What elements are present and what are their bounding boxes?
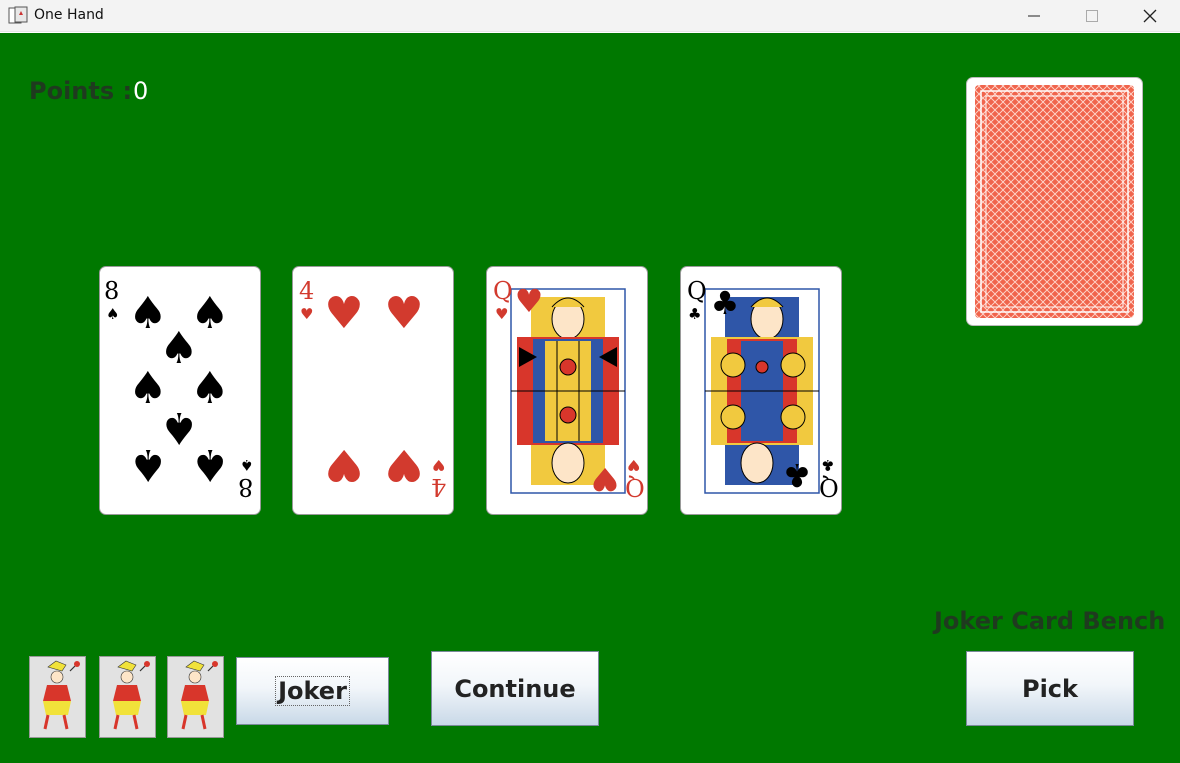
- club-icon: ♣: [710, 284, 740, 322]
- heart-icon: ♥: [384, 439, 424, 490]
- window-title: One Hand: [34, 7, 104, 23]
- heart-icon: ♥: [324, 288, 364, 339]
- game-table: Points : 0 8 ♠ 8 ♠ ♠ ♠ ♠ ♠ ♠ ♠ ♠ ♠ 4 ♥ 4…: [0, 33, 1180, 763]
- spade-icon: ♠: [128, 439, 168, 490]
- card-rank: Q: [493, 277, 513, 305]
- close-icon: [1143, 9, 1157, 23]
- card-rank: 4: [431, 473, 447, 501]
- spade-icon: ♠: [240, 456, 254, 474]
- joker-button[interactable]: Joker: [236, 657, 389, 725]
- heart-icon: ♥: [384, 288, 424, 339]
- card-back-pattern: [975, 85, 1134, 318]
- joker-icon: [30, 657, 85, 737]
- hand-card-4[interactable]: Q ♣ ♣ ♣ Q ♣: [680, 266, 842, 515]
- app-cards-icon: [8, 6, 28, 24]
- maximize-icon: [1086, 10, 1098, 22]
- joker-button-label: Joker: [275, 676, 350, 706]
- joker-bench-label: Joker Card Bench: [934, 607, 1166, 635]
- heart-icon: ♥: [432, 456, 446, 474]
- heart-icon: ♥: [324, 439, 364, 490]
- hand-card-3[interactable]: Q ♥ ♥ ♥ Q ♥: [486, 266, 648, 515]
- heart-icon: ♥: [514, 282, 544, 320]
- club-icon: ♣: [782, 456, 812, 494]
- heart-icon: ♥: [300, 305, 314, 323]
- maximize-button[interactable]: [1064, 0, 1120, 32]
- points-label: Points :: [29, 77, 133, 105]
- hand-card-1[interactable]: 8 ♠ 8 ♠ ♠ ♠ ♠ ♠ ♠ ♠ ♠ ♠: [99, 266, 261, 515]
- card-rank: Q: [625, 473, 645, 501]
- close-button[interactable]: [1122, 0, 1178, 32]
- heart-icon: ♥: [590, 460, 620, 498]
- spade-icon: ♠: [106, 305, 120, 323]
- heart-icon: ♥: [495, 305, 509, 323]
- pick-button[interactable]: Pick: [966, 651, 1134, 726]
- joker-icon: [168, 657, 223, 737]
- joker-card-thumb[interactable]: [29, 656, 86, 738]
- card-rank: 8: [238, 473, 254, 501]
- card-rank: Q: [687, 277, 707, 305]
- club-icon: ♣: [821, 456, 835, 474]
- continue-button[interactable]: Continue: [431, 651, 599, 726]
- joker-card-thumb[interactable]: [167, 656, 224, 738]
- club-icon: ♣: [688, 305, 702, 323]
- title-bar: One Hand: [0, 0, 1180, 32]
- card-rank: Q: [819, 473, 839, 501]
- heart-icon: ♥: [627, 456, 641, 474]
- hand-card-2[interactable]: 4 ♥ 4 ♥ ♥ ♥ ♥ ♥: [292, 266, 454, 515]
- points-value: 0: [133, 77, 149, 105]
- joker-card-thumb[interactable]: [99, 656, 156, 738]
- minimize-icon: [1028, 15, 1040, 17]
- draw-pile[interactable]: [966, 77, 1143, 326]
- minimize-button[interactable]: [1006, 0, 1062, 32]
- joker-icon: [100, 657, 155, 737]
- card-rank: 4: [299, 277, 315, 305]
- spade-icon: ♠: [190, 439, 230, 490]
- card-rank: 8: [104, 277, 120, 305]
